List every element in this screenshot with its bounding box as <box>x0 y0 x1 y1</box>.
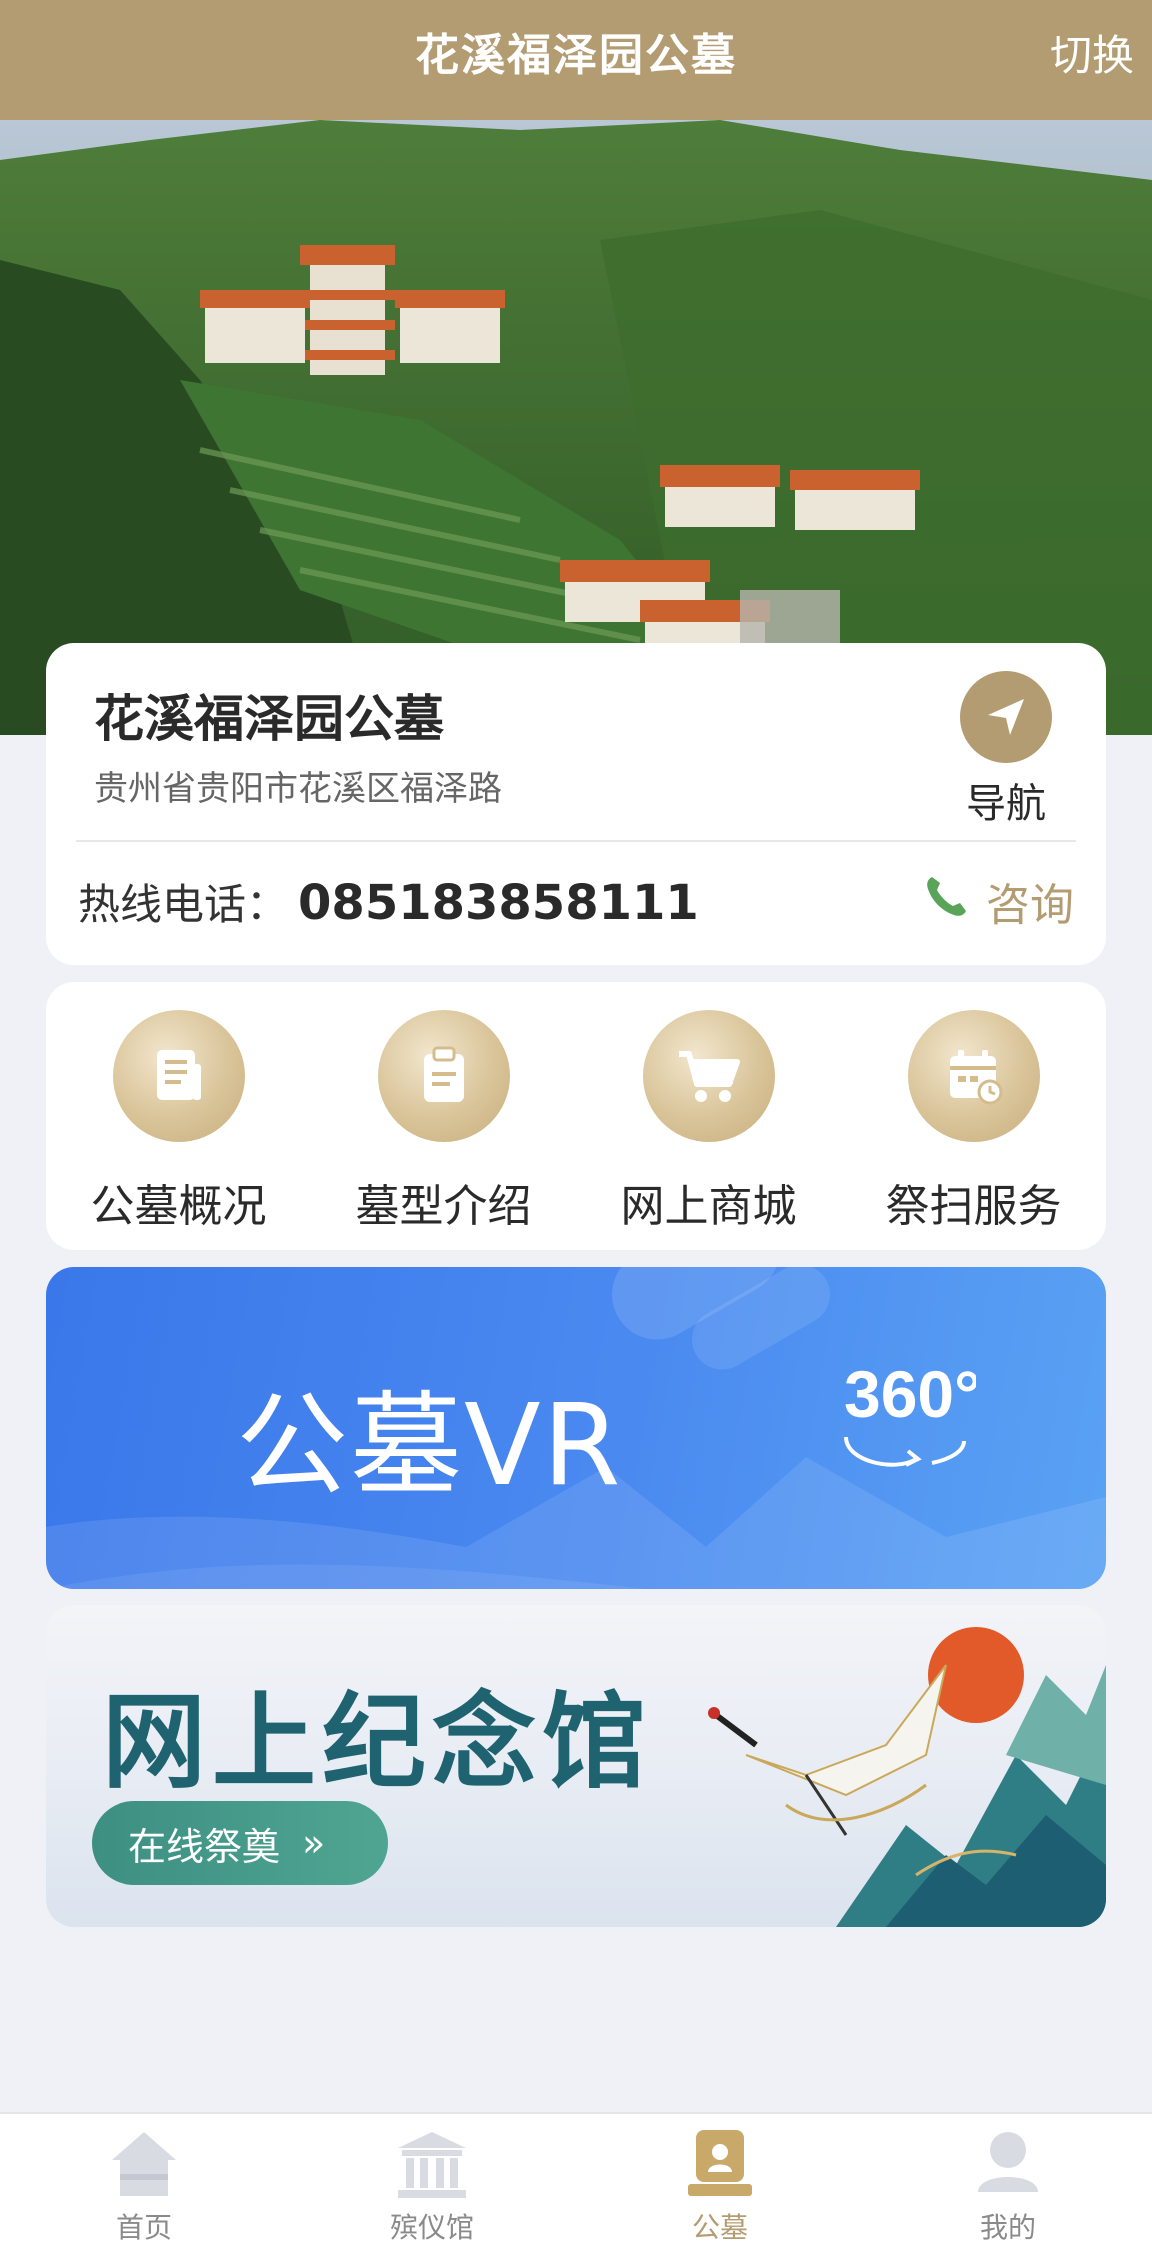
tab-funeral-hall[interactable]: 殡仪馆 <box>288 2114 576 2264</box>
document-icon <box>112 1010 245 1142</box>
hotline-number: 085183858111 <box>298 875 699 931</box>
navigation-label: 导航 <box>966 781 1046 827</box>
user-icon <box>978 2132 1038 2192</box>
tab-label: 公墓 <box>691 2211 748 2244</box>
page-title: 花溪福泽园公墓 <box>415 30 737 81</box>
tab-cemetery[interactable]: 公墓 <box>576 2114 864 2264</box>
tab-label: 我的 <box>979 2211 1036 2244</box>
vr-title: 公墓VR <box>236 1381 623 1511</box>
home-icon <box>112 2132 176 2196</box>
cart-icon <box>642 1010 775 1142</box>
top-bar: 花溪福泽园公墓 切换 <box>0 0 1152 120</box>
funeral-hall-icon <box>398 2132 466 2198</box>
tab-home[interactable]: 首页 <box>0 2114 288 2264</box>
menu-label: 墓型介绍 <box>355 1181 532 1232</box>
menu-label: 公墓概况 <box>90 1181 267 1232</box>
consult-label: 咨询 <box>986 880 1074 931</box>
crane-landscape-illustration <box>708 1627 1106 1927</box>
hotline-label: 热线电话： <box>78 880 289 929</box>
menu-item-online-shop[interactable]: 网上商城 <box>576 982 841 1250</box>
navigation-button[interactable]: 导航 <box>942 671 1070 827</box>
consult-button[interactable]: 咨询 <box>922 869 1074 933</box>
online-memorial-banner[interactable]: 网上纪念馆 在线祭奠 » <box>46 1605 1106 1927</box>
cemetery-icon <box>688 2130 752 2196</box>
hotline: 热线电话： 085183858111 <box>78 871 699 932</box>
vr-banner[interactable]: 公墓VR 360° <box>46 1267 1106 1589</box>
switch-button[interactable]: 切换 <box>1050 0 1134 120</box>
menu-label: 祭扫服务 <box>885 1181 1062 1232</box>
menu-label: 网上商城 <box>620 1181 797 1232</box>
calendar-clock-icon <box>907 1010 1040 1142</box>
rotate-360-icon: 360° <box>844 1357 976 1467</box>
phone-icon <box>922 871 972 932</box>
clipboard-icon <box>377 1010 510 1142</box>
tab-label: 首页 <box>115 2211 172 2244</box>
online-tribute-button[interactable]: 在线祭奠 » <box>92 1801 388 1885</box>
tab-label: 殡仪馆 <box>389 2211 474 2244</box>
page: 花溪福泽园公墓 切换 花溪福泽园公墓 贵州省贵阳市花溪区福泽路 导航 热线电话：… <box>0 0 1152 2264</box>
double-chevron-right-icon: » <box>302 1821 326 1865</box>
bottom-tab-bar: 首页 殡仪馆 公墓 我的 <box>0 2112 1152 2264</box>
tab-mine[interactable]: 我的 <box>864 2114 1152 2264</box>
menu-item-sweeping-service[interactable]: 祭扫服务 <box>841 982 1106 1250</box>
cemetery-info-card: 花溪福泽园公墓 贵州省贵阳市花溪区福泽路 导航 热线电话： 08518385811… <box>46 643 1106 965</box>
online-tribute-label: 在线祭奠 <box>128 1824 281 1869</box>
memorial-title: 网上纪念馆 <box>102 1681 653 1803</box>
menu-item-tomb-types[interactable]: 墓型介绍 <box>311 982 576 1250</box>
menu-item-overview[interactable]: 公墓概况 <box>46 982 311 1250</box>
vr-badge: 360° <box>844 1357 976 1431</box>
divider <box>76 840 1076 842</box>
cemetery-address: 贵州省贵阳市花溪区福泽路 <box>94 769 502 809</box>
quick-menu: 公墓概况 墓型介绍 网上商城 祭扫服务 <box>46 982 1106 1250</box>
cemetery-name: 花溪福泽园公墓 <box>94 690 444 748</box>
navigation-icon <box>960 671 1052 763</box>
